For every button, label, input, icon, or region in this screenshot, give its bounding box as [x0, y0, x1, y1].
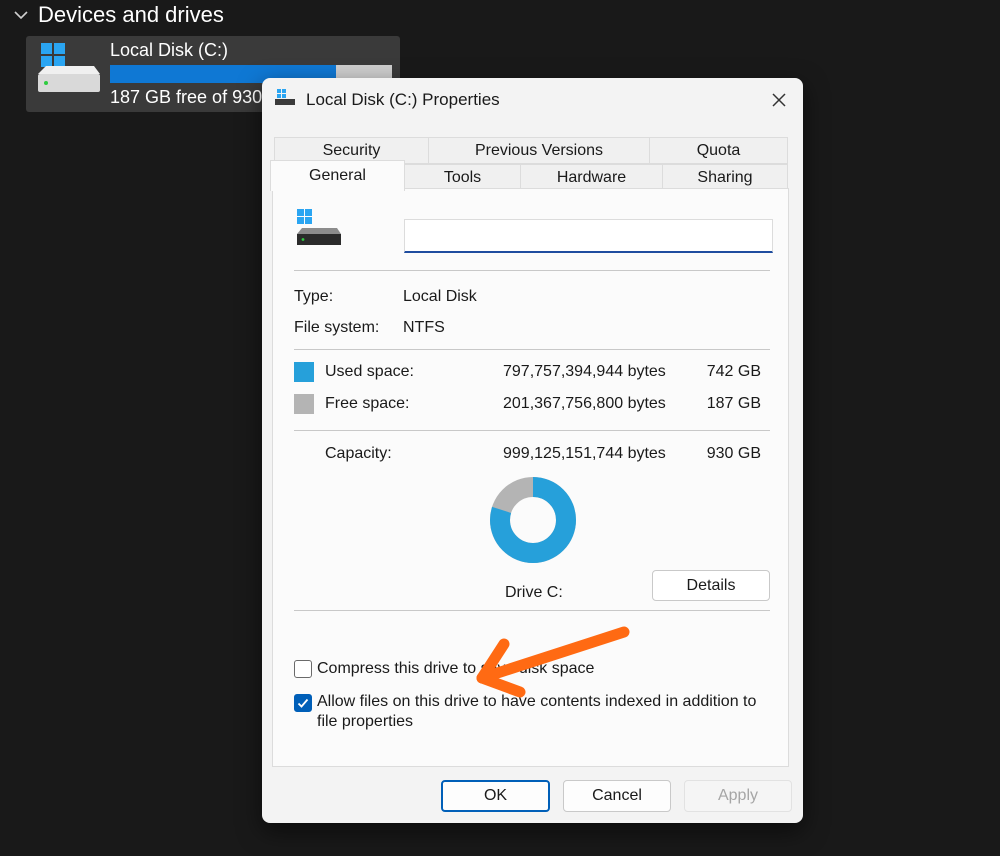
tab-general[interactable]: General	[270, 160, 405, 191]
dialog-titlebar[interactable]: Local Disk (C:) Properties	[262, 78, 803, 122]
capacity-bytes: 999,125,151,744 bytes	[503, 445, 666, 462]
free-space-gb: 187 GB	[706, 395, 761, 412]
close-button[interactable]	[761, 84, 797, 116]
used-space-bytes: 797,757,394,944 bytes	[503, 363, 666, 380]
compress-checkbox[interactable]	[294, 660, 312, 678]
capacity-gb: 930 GB	[706, 445, 761, 462]
used-space-label: Used space:	[325, 363, 414, 380]
separator	[294, 270, 770, 271]
tab-hardware[interactable]: Hardware	[520, 164, 663, 191]
apply-button[interactable]: Apply	[684, 780, 792, 812]
tab-sharing[interactable]: Sharing	[662, 164, 788, 191]
type-label: Type:	[294, 288, 334, 305]
separator	[294, 349, 770, 350]
close-icon	[772, 93, 786, 107]
drive-icon	[275, 89, 295, 105]
dialog-title: Local Disk (C:) Properties	[306, 90, 500, 109]
type-value: Local Disk	[403, 288, 477, 305]
drive-name: Local Disk (C:)	[110, 40, 229, 60]
disk-usage-donut	[490, 477, 576, 563]
separator	[294, 610, 770, 611]
chevron-down-icon	[14, 11, 28, 20]
tab-previous-versions[interactable]: Previous Versions	[428, 137, 650, 164]
file-system-label: File system:	[294, 319, 380, 336]
tab-tools[interactable]: Tools	[404, 164, 521, 191]
annotation-arrow-icon	[476, 626, 630, 698]
index-label-line2[interactable]: file properties	[317, 713, 413, 731]
free-space-swatch	[294, 394, 314, 414]
cancel-button[interactable]: Cancel	[563, 780, 671, 812]
drive-name-input[interactable]	[404, 219, 773, 253]
drive-windows-icon	[297, 209, 341, 245]
used-space-swatch	[294, 362, 314, 382]
drive-label: Drive C:	[505, 584, 563, 601]
free-space-bytes: 201,367,756,800 bytes	[503, 395, 666, 412]
free-space-label: Free space:	[325, 395, 410, 412]
capacity-label: Capacity:	[325, 445, 392, 462]
checkmark-icon	[297, 698, 309, 708]
file-system-value: NTFS	[403, 319, 445, 336]
section-title: Devices and drives	[38, 2, 224, 27]
separator	[294, 430, 770, 431]
ok-button[interactable]: OK	[441, 780, 550, 812]
used-space-gb: 742 GB	[706, 363, 761, 380]
index-checkbox[interactable]	[294, 694, 312, 712]
drive-windows-icon	[38, 43, 100, 92]
details-button[interactable]: Details	[652, 570, 770, 601]
tab-quota[interactable]: Quota	[649, 137, 788, 164]
properties-dialog: Local Disk (C:) Properties Security Prev…	[262, 78, 803, 823]
devices-and-drives-header[interactable]: Devices and drives	[12, 2, 224, 28]
